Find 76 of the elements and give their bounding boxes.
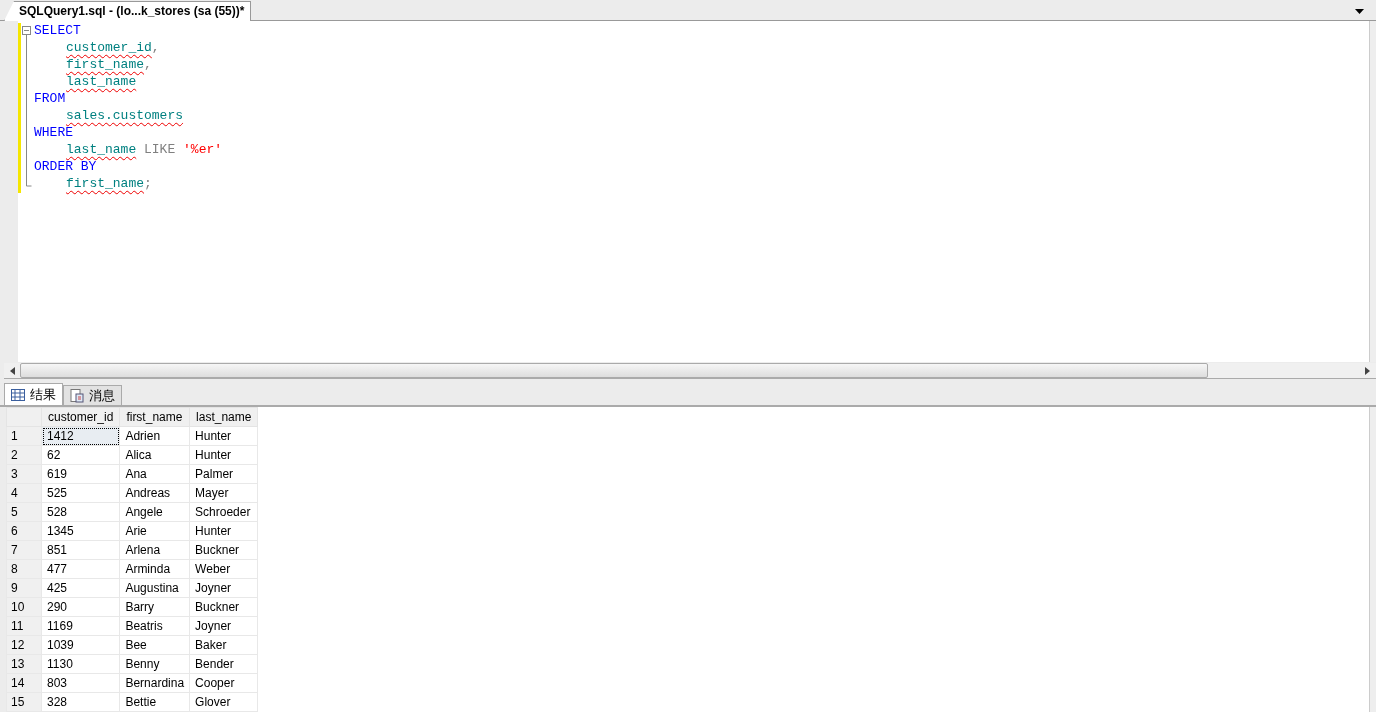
column-header[interactable]: first_name [119, 407, 190, 427]
table-cell: 1130 [41, 654, 120, 674]
column-header[interactable]: last_name [189, 407, 258, 427]
table-cell: Glover [189, 692, 258, 712]
table-cell: Weber [189, 559, 258, 579]
table-cell: Joyner [189, 616, 258, 636]
table-cell: Joyner [189, 578, 258, 598]
sql-string: '%er' [183, 142, 223, 157]
table-cell: 1345 [41, 521, 120, 541]
horizontal-scrollbar[interactable] [4, 363, 1376, 379]
table-cell: Schroeder [189, 502, 258, 522]
sql-punctuation: , [144, 57, 152, 72]
table-cell: Angele [119, 502, 190, 522]
table-cell: 803 [41, 673, 120, 693]
sql-identifier: first_name [66, 57, 144, 72]
table-cell: 528 [41, 502, 120, 522]
table-cell: Baker [189, 635, 258, 655]
corner-cell [6, 407, 42, 427]
scroll-right-icon[interactable] [1364, 366, 1370, 375]
table-cell: Arie [119, 521, 190, 541]
vertical-scrollbar[interactable] [1369, 21, 1376, 362]
dropdown-icon[interactable] [1355, 9, 1364, 14]
sql-keyword: FROM [34, 91, 66, 106]
table-cell: 477 [41, 559, 120, 579]
table-cell: 425 [41, 578, 120, 598]
table-cell: Hunter [189, 445, 258, 465]
sql-identifier: last_name [66, 74, 137, 89]
result-tab[interactable]: 结果 [4, 383, 63, 405]
sql-keyword: SELECT [34, 23, 81, 38]
table-cell: Hunter [189, 521, 258, 541]
table-cell: Ana [119, 464, 190, 484]
column-header[interactable]: customer_id [41, 407, 120, 427]
grid-icon [11, 388, 25, 401]
sql-identifier: first_name [66, 176, 144, 191]
sql-punctuation: , [151, 40, 160, 55]
table-cell: 328 [41, 692, 120, 712]
vertical-scrollbar[interactable] [1369, 407, 1376, 712]
collapse-icon[interactable] [22, 26, 33, 187]
table-cell: Adrien [119, 426, 190, 446]
sql-keyword: WHERE [34, 125, 73, 140]
table-cell: Bee [119, 635, 190, 655]
sql-operator: LIKE [143, 142, 177, 157]
table-cell: Hunter [189, 426, 258, 446]
sql-identifier: last_name [66, 142, 137, 157]
table-cell: Buckner [189, 540, 258, 560]
table-cell: 1169 [41, 616, 120, 636]
table-cell: Cooper [189, 673, 258, 693]
table-cell: 619 [41, 464, 120, 484]
table-cell: Arlena [119, 540, 190, 560]
table-cell: Augustina [119, 578, 190, 598]
table-cell: Bender [189, 654, 258, 674]
document-icon [70, 388, 84, 403]
document-tab[interactable]: SQLQuery1.sql - (lo...k_stores (sa (55))* [4, 1, 252, 21]
table-cell: Alica [119, 445, 190, 465]
table-cell: Palmer [189, 464, 258, 484]
table-cell: Bernardina [119, 673, 190, 693]
sql-keyword: ORDER BY [34, 159, 97, 174]
table-cell: Mayer [189, 483, 258, 503]
sql-identifier: sales.customers [66, 108, 184, 123]
table-cell: Benny [119, 654, 190, 674]
scrollbar-thumb[interactable] [20, 363, 1208, 378]
table-cell: Buckner [189, 597, 258, 617]
table-cell: 851 [41, 540, 120, 560]
table-cell: 290 [41, 597, 120, 617]
table-cell: 62 [41, 445, 120, 465]
table-cell: Beatris [119, 616, 190, 636]
table-cell: Bettie [119, 692, 190, 712]
table-cell: 525 [41, 483, 120, 503]
result-tab[interactable]: 消息 [63, 385, 122, 405]
scroll-left-icon[interactable] [10, 366, 16, 375]
sql-identifier: customer_id [66, 40, 152, 55]
table-cell: Arminda [119, 559, 190, 579]
table-cell: Andreas [119, 483, 190, 503]
table-cell: 1039 [41, 635, 120, 655]
sql-punctuation: ; [144, 176, 152, 191]
table-cell: Barry [119, 597, 190, 617]
